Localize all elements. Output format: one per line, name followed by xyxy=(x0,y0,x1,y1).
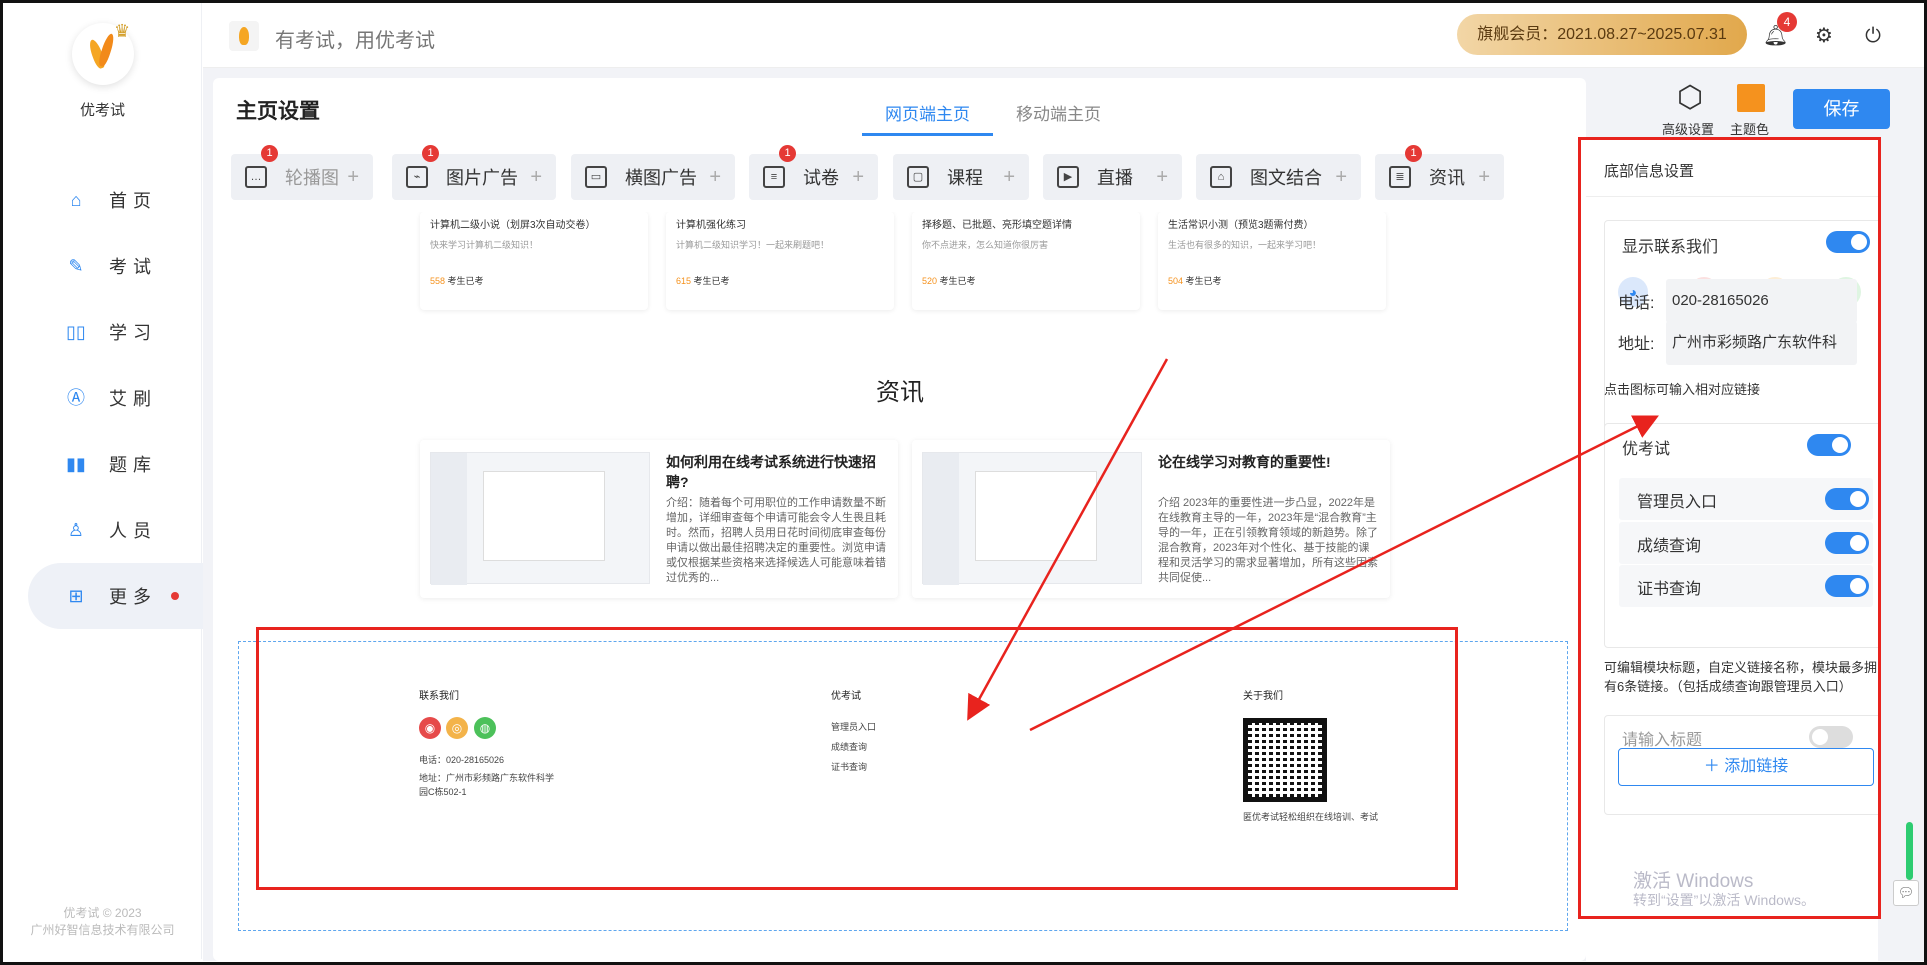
module-news[interactable]: ≣ 1 资讯 + xyxy=(1375,145,1504,200)
sidebar-item-exam[interactable]: ✎ 考试 xyxy=(28,233,202,299)
active-tab-underline xyxy=(862,133,993,136)
windows-watermark-sub: 转到“设置”以激活 Windows。 xyxy=(1633,892,1816,908)
book-icon: ▯▯ xyxy=(66,322,86,342)
tab-mobile-home[interactable]: 移动端主页 xyxy=(1016,100,1101,125)
module-exam-paper[interactable]: ≡ 1 试卷 + xyxy=(749,145,878,200)
app-logo[interactable]: ♛ xyxy=(72,21,134,85)
news-thumbnail xyxy=(430,452,650,585)
power-icon[interactable]: ⏻ xyxy=(1861,24,1885,48)
tab-web-home[interactable]: 网页端主页 xyxy=(885,100,970,125)
module-live[interactable]: ▶ 直播 + xyxy=(1043,154,1182,200)
module-image-text[interactable]: ⌂ 图文结合 + xyxy=(1196,154,1361,200)
carousel-icon: … xyxy=(245,166,267,188)
news-icon: ≣ xyxy=(1389,166,1411,188)
live-tv-icon: ▶ xyxy=(1057,166,1079,188)
annotation-box-settings xyxy=(1578,137,1881,919)
unread-dot xyxy=(171,592,179,600)
copyright: 优考试 © 2023 广州好智信息技术有限公司 xyxy=(30,906,175,937)
course-book-icon: ▢ xyxy=(907,166,929,188)
advanced-settings-label[interactable]: 高级设置 xyxy=(1662,119,1714,138)
pencil-icon: ✎ xyxy=(68,256,84,276)
save-button[interactable]: 保存 xyxy=(1793,89,1890,129)
banner-icon: ▭ xyxy=(585,166,607,188)
sidebar-nav: ⌂ 首页 ✎ 考试 ▯▯ 学习 Ⓐ 艾刷 ▮▮ 题库 ♙ 人员 ⊞ 更多 xyxy=(28,167,208,629)
news-card[interactable]: 如何利用在线考试系统进行快速招聘? 介绍：随着每个可用职位的工作申请数量不断增加… xyxy=(420,440,898,598)
theme-color-swatch[interactable] xyxy=(1737,84,1765,112)
sidebar-item-people[interactable]: ♙ 人员 xyxy=(28,497,202,563)
module-image-ad[interactable]: ⌁ 1 图片广告 + xyxy=(392,145,556,200)
vip-crown-icon: ♛ xyxy=(114,21,131,41)
module-banner-ad[interactable]: ▭ 横图广告 + xyxy=(571,154,735,200)
top-bar: 有考试，用优考试 旗舰会员：2021.08.27~2025.07.31 xyxy=(203,3,1924,68)
sidebar-item-question-bank[interactable]: ▮▮ 题库 xyxy=(28,431,202,497)
news-thumbnail xyxy=(922,452,1142,585)
grid-icon: ⊞ xyxy=(68,586,84,606)
sidebar: ♛ 优考试 ⌂ 首页 ✎ 考试 ▯▯ 学习 Ⓐ 艾刷 ▮▮ 题库 ♙ 人员 ⊞ 更多 优考试 … xyxy=(3,3,208,959)
image-icon: ⌁ xyxy=(406,166,428,188)
header-logo-icon xyxy=(229,21,259,51)
bar-chart-icon: ▮▮ xyxy=(66,454,86,474)
brush-icon: Ⓐ xyxy=(67,388,85,408)
user-icon: ♙ xyxy=(67,520,85,540)
windows-watermark: 激活 Windows xyxy=(1633,871,1754,892)
news-section-title: 资讯 xyxy=(876,379,924,406)
sidebar-item-home[interactable]: ⌂ 首页 xyxy=(28,167,202,233)
paper-icon: ≡ xyxy=(763,166,785,188)
exam-card[interactable]: 择移题、已批题、亮形填空题详情 你不点进来，怎么知道你很厉害 520 考生已考 xyxy=(912,212,1140,310)
slogan: 有考试，用优考试 xyxy=(275,30,435,52)
scrollbar-thumb[interactable] xyxy=(1906,822,1913,880)
hexagon-settings-icon[interactable]: ⬡ xyxy=(1674,82,1706,114)
sidebar-item-more[interactable]: ⊞ 更多 xyxy=(28,563,208,629)
news-card[interactable]: 论在线学习对教育的重要性! 介绍 2023年的重要性进一步凸显，2022年是在线… xyxy=(912,440,1390,598)
module-carousel[interactable]: … 1 轮播图 + xyxy=(231,145,373,200)
image-text-icon: ⌂ xyxy=(1210,166,1232,188)
exam-card[interactable]: 计算机二级小说（划屏3次自动交卷） 快来学习计算机二级知识！ 558 考生已考 xyxy=(420,212,648,310)
sidebar-item-study[interactable]: ▯▯ 学习 xyxy=(28,299,202,365)
theme-color-label[interactable]: 主题色 xyxy=(1730,119,1769,138)
home-icon: ⌂ xyxy=(70,190,82,210)
exam-card[interactable]: 生活常识小测（预览3题需付费） 生活也有很多的知识，一起来学习吧！ 504 考生… xyxy=(1158,212,1386,310)
brand-name: 优考试 xyxy=(79,102,125,119)
page-title: 主页设置 xyxy=(236,100,320,123)
module-course[interactable]: ▢ 课程 + xyxy=(893,154,1029,200)
chat-icon[interactable]: 💬︎ xyxy=(1893,880,1919,906)
annotation-box-footer xyxy=(256,627,1458,890)
sidebar-item-brush[interactable]: Ⓐ 艾刷 xyxy=(28,365,202,431)
membership-badge[interactable]: 旗舰会员：2021.08.27~2025.07.31 xyxy=(1457,14,1747,55)
exam-card[interactable]: 计算机强化练习 计算机二级知识学习！一起来刷题吧！ 615 考生已考 xyxy=(666,212,894,310)
notification-count: 4 xyxy=(1777,12,1797,32)
gear-icon[interactable]: ⚙ xyxy=(1812,24,1836,48)
